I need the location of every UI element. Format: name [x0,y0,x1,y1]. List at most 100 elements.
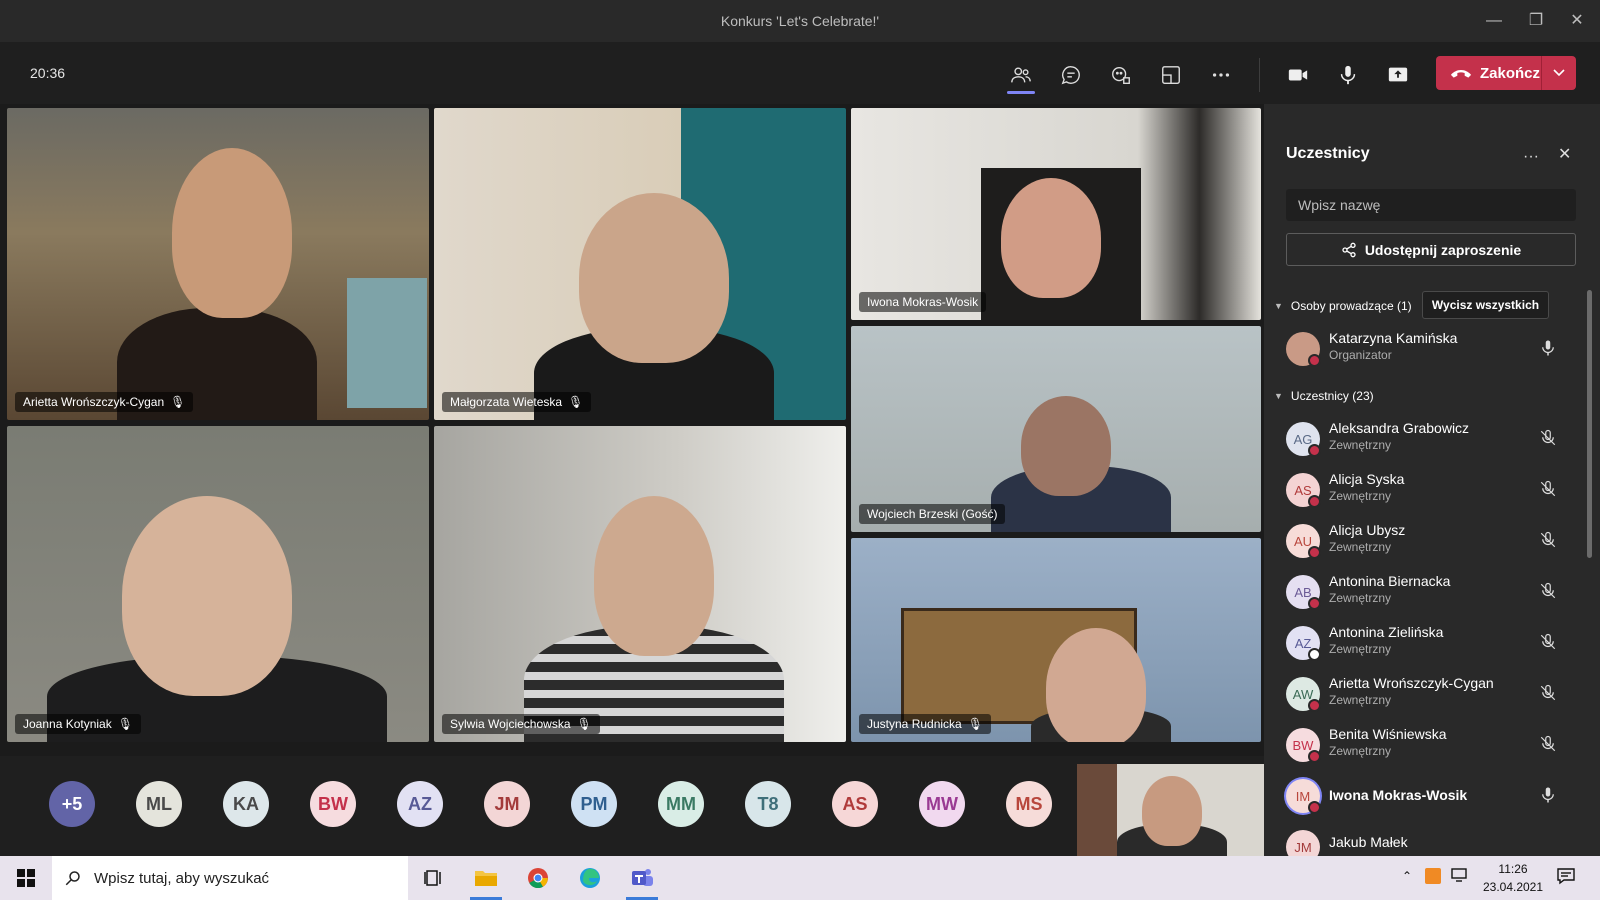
share-invite-button[interactable]: Udostępnij zaproszenie [1286,233,1576,266]
camera-button[interactable] [1281,58,1315,92]
video-tile[interactable]: Małgorzata Wieteska 🎙 [434,108,846,420]
video-grid: Arietta Wrońszczyk-Cygan 🎙 Małgorzata Wie… [0,104,1264,756]
self-view-video[interactable] [1077,764,1265,856]
avatar: IM [1286,779,1321,814]
avatar[interactable]: T8 [745,781,791,827]
taskbar-clock[interactable]: 11:26 23.04.2021 [1478,862,1548,894]
participant-name-label: Justyna Rudnicka 🎙 [859,714,991,734]
task-view-button[interactable] [414,862,454,894]
avatar[interactable]: MM [658,781,704,827]
toolbar-divider [1259,58,1260,92]
restore-button[interactable]: ❐ [1525,10,1547,32]
camera-icon [1288,69,1308,81]
share-screen-icon [1388,67,1408,82]
breakout-rooms-button[interactable] [1154,58,1188,92]
meeting-toolbar: 20:36 Zakończ [0,42,1600,104]
participant-row[interactable]: JM Jakub Małek [1264,822,1584,856]
edge-button[interactable] [570,862,610,894]
participant-name-label: Joanna Kotyniak 🎙 [15,714,141,734]
participant-name-label: Małgorzata Wieteska 🎙 [442,392,592,412]
attendees-section-toggle[interactable]: ▼ Uczestnicy (23) [1274,389,1374,403]
avatar[interactable]: AZ [397,781,443,827]
rooms-icon [1162,66,1180,84]
file-explorer-button[interactable] [466,862,506,900]
share-screen-button[interactable] [1381,58,1415,92]
panel-title: Uczestnicy [1286,145,1370,162]
mic-off-icon: 🎙 [576,717,592,731]
panel-more-icon[interactable]: ··· [1523,148,1539,166]
mute-all-button[interactable]: Wycisz wszystkich [1422,291,1549,319]
video-tile[interactable]: Wojciech Brzeski (Gość) [851,326,1261,532]
reaction-icon [1112,66,1130,84]
avatar[interactable]: JM [484,781,530,827]
avatar[interactable]: AS [832,781,878,827]
participant-name-label: Sylwia Wojciechowska 🎙 [442,714,600,734]
more-participants-button[interactable]: +5 [49,781,95,827]
reactions-button[interactable] [1104,58,1138,92]
participant-row[interactable]: AU Alicja Ubysz Zewnętrzny [1264,516,1584,568]
teams-button[interactable] [622,862,662,900]
participant-search-input[interactable]: Wpisz nazwę [1286,189,1576,221]
microphone-icon [1542,787,1554,803]
participant-row[interactable]: BW Benita Wiśniewska Zewnętrzny [1264,720,1584,772]
chrome-icon [528,868,548,889]
end-call-options-button[interactable] [1540,56,1576,90]
avatar[interactable]: BW [310,781,356,827]
mic-off-icon [1540,735,1556,752]
tray-overflow-icon[interactable]: ⌃ [1402,869,1412,883]
participant-row[interactable]: AG Aleksandra Grabowicz Zewnętrzny [1264,414,1584,466]
chevron-down-icon: ▼ [1274,301,1283,311]
end-call-button[interactable]: Zakończ [1436,56,1576,90]
network-icon[interactable] [1450,867,1468,886]
participant-avatar-strip: +5 ML KA BW AZ JM PM MM T8 AS MW MS [0,756,1265,856]
participant-name-label: Arietta Wrońszczyk-Cygan 🎙 [15,392,194,412]
video-tile[interactable]: Iwona Mokras-Wosik [851,108,1261,320]
participant-row[interactable]: AS Alicja Syska Zewnętrzny [1264,465,1584,517]
chat-button[interactable] [1054,58,1088,92]
people-icon [1011,67,1031,83]
mic-off-icon [1540,582,1556,599]
video-tile[interactable]: Justyna Rudnicka 🎙 [851,538,1261,742]
avatar: AZ [1286,626,1321,661]
notifications-icon[interactable] [1556,866,1576,889]
avatar[interactable]: PM [571,781,617,827]
chrome-button[interactable] [518,862,558,894]
video-tile[interactable]: Arietta Wrońszczyk-Cygan 🎙 [7,108,429,420]
avatar: JM [1286,830,1320,856]
mic-off-icon [1540,684,1556,701]
share-icon [1342,242,1356,257]
folder-icon [475,871,497,886]
minimize-button[interactable]: — [1483,10,1505,32]
avatar[interactable]: MW [919,781,965,827]
presenters-section-toggle[interactable]: ▼ Osoby prowadzące (1) [1274,299,1412,313]
participant-row[interactable]: Katarzyna Kamińska Organizator [1264,324,1584,376]
panel-scrollbar[interactable] [1587,290,1592,558]
participant-row[interactable]: IM Iwona Mokras-Wosik [1264,771,1584,823]
avatar[interactable]: ML [136,781,182,827]
participant-row[interactable]: AB Antonina Biernacka Zewnętrzny [1264,567,1584,619]
microphone-icon [1340,65,1356,85]
participant-name-label: Wojciech Brzeski (Gość) [859,504,1006,524]
task-view-icon [424,870,441,886]
more-actions-button[interactable] [1204,58,1238,92]
participant-row[interactable]: AZ Antonina Zielińska Zewnętrzny [1264,618,1584,670]
mic-off-icon [1540,429,1556,446]
avatar: BW [1286,728,1321,763]
avatar[interactable]: KA [223,781,269,827]
avatar: AU [1286,524,1321,559]
teams-icon [632,869,653,886]
participants-panel: Uczestnicy ··· ✕ Wpisz nazwę Udostępnij … [1264,104,1600,856]
close-panel-icon[interactable]: ✕ [1558,144,1571,164]
participants-button[interactable] [1004,58,1038,94]
taskbar-search-input[interactable]: Wpisz tutaj, aby wyszukać [52,856,408,900]
video-tile[interactable]: Joanna Kotyniak 🎙 [7,426,429,742]
start-button[interactable] [6,862,46,894]
participant-row[interactable]: AW Arietta Wrońszczyk-Cygan Zewnętrzny [1264,669,1584,721]
window-title: Konkurs 'Let's Celebrate!' [720,13,880,29]
search-icon [65,871,80,886]
microphone-button[interactable] [1331,58,1365,92]
avatar[interactable]: MS [1006,781,1052,827]
tray-app-icon[interactable] [1425,868,1441,884]
video-tile[interactable]: Sylwia Wojciechowska 🎙 [434,426,846,742]
close-window-button[interactable]: ✕ [1566,10,1588,32]
